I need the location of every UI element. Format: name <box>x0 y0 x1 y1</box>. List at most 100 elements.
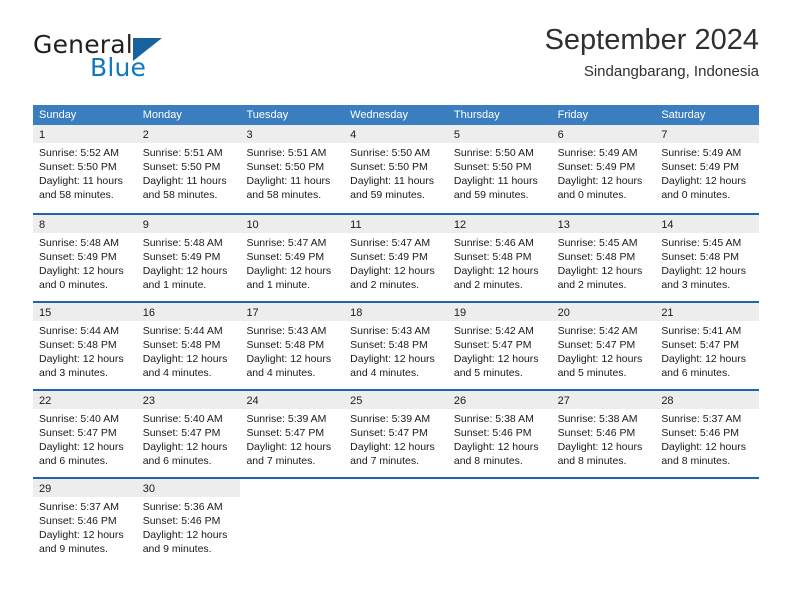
day-cell[interactable]: 18 Sunrise: 5:43 AM Sunset: 5:48 PM Dayl… <box>344 303 448 389</box>
day-cell[interactable]: 16 Sunrise: 5:44 AM Sunset: 5:48 PM Dayl… <box>136 303 241 389</box>
sunrise-text: Sunrise: 5:46 AM <box>453 237 534 249</box>
sunrise-text: Sunrise: 5:38 AM <box>557 413 638 425</box>
day-cell[interactable]: 24 Sunrise: 5:39 AM Sunset: 5:47 PM Dayl… <box>240 391 345 477</box>
sunrise-text: Sunrise: 5:37 AM <box>661 413 742 425</box>
day-number: 13 <box>557 219 570 231</box>
day-cell[interactable]: 26 Sunrise: 5:38 AM Sunset: 5:46 PM Dayl… <box>447 391 552 477</box>
day-cell[interactable]: 15 Sunrise: 5:44 AM Sunset: 5:48 PM Dayl… <box>33 303 137 389</box>
day-cell[interactable]: 13 Sunrise: 5:45 AM Sunset: 5:48 PM Dayl… <box>551 215 656 301</box>
day-info: Sunrise: 5:38 AM Sunset: 5:46 PM Dayligh… <box>448 409 552 468</box>
day-cell[interactable]: 23 Sunrise: 5:40 AM Sunset: 5:47 PM Dayl… <box>136 391 241 477</box>
sunset-text: Sunset: 5:48 PM <box>246 339 325 351</box>
day-info: Sunrise: 5:51 AM Sunset: 5:50 PM Dayligh… <box>240 143 344 202</box>
daylight-text-line1: Daylight: 12 hours <box>453 265 539 277</box>
day-cell[interactable]: 6 Sunrise: 5:49 AM Sunset: 5:49 PM Dayli… <box>551 125 656 213</box>
daylight-text-line2: and 6 minutes. <box>661 367 731 379</box>
day-number: 10 <box>246 219 259 231</box>
day-cell[interactable]: 2 Sunrise: 5:51 AM Sunset: 5:50 PM Dayli… <box>136 125 241 213</box>
day-cell[interactable]: 3 Sunrise: 5:51 AM Sunset: 5:50 PM Dayli… <box>240 125 345 213</box>
day-number-band: 28 <box>655 391 760 409</box>
sunset-text: Sunset: 5:48 PM <box>453 251 532 263</box>
day-number: 27 <box>557 395 570 407</box>
day-cell[interactable]: 14 Sunrise: 5:45 AM Sunset: 5:48 PM Dayl… <box>655 215 760 301</box>
daylight-text-line2: and 0 minutes. <box>557 189 627 201</box>
sunset-text: Sunset: 5:49 PM <box>39 251 117 263</box>
day-number: 28 <box>661 395 674 407</box>
sunset-text: Sunset: 5:48 PM <box>142 339 221 351</box>
day-cell[interactable]: 19 Sunrise: 5:42 AM Sunset: 5:47 PM Dayl… <box>447 303 552 389</box>
day-cell[interactable]: 20 Sunrise: 5:42 AM Sunset: 5:47 PM Dayl… <box>551 303 656 389</box>
day-number-band: 13 <box>551 215 656 233</box>
daylight-text-line1: Daylight: 12 hours <box>39 353 124 365</box>
day-cell-empty <box>448 479 552 565</box>
sunset-text: Sunset: 5:50 PM <box>453 161 532 173</box>
day-number: 15 <box>39 307 52 319</box>
day-cell[interactable]: 9 Sunrise: 5:48 AM Sunset: 5:49 PM Dayli… <box>136 215 241 301</box>
day-cell[interactable]: 28 Sunrise: 5:37 AM Sunset: 5:46 PM Dayl… <box>655 391 760 477</box>
sunset-text: Sunset: 5:49 PM <box>142 251 221 263</box>
weekday-header-tuesday: Tuesday <box>246 109 289 121</box>
day-info: Sunrise: 5:47 AM Sunset: 5:49 PM Dayligh… <box>240 233 344 292</box>
daylight-text-line2: and 8 minutes. <box>661 455 731 467</box>
day-cell[interactable]: 30 Sunrise: 5:36 AM Sunset: 5:46 PM Dayl… <box>136 479 241 565</box>
daylight-text-line1: Daylight: 12 hours <box>350 441 435 453</box>
sunset-text: Sunset: 5:50 PM <box>246 161 325 173</box>
day-info: Sunrise: 5:50 AM Sunset: 5:50 PM Dayligh… <box>344 143 448 202</box>
daylight-text-line1: Daylight: 11 hours <box>246 175 331 187</box>
day-cell[interactable]: 27 Sunrise: 5:38 AM Sunset: 5:46 PM Dayl… <box>551 391 656 477</box>
weekday-header-friday: Friday <box>557 109 589 121</box>
day-cell-empty <box>655 479 759 565</box>
sunrise-text: Sunrise: 5:47 AM <box>350 237 431 249</box>
weekday-header-saturday: Saturday <box>661 109 706 121</box>
daylight-text-line2: and 2 minutes. <box>350 279 420 291</box>
sunset-text: Sunset: 5:46 PM <box>39 515 117 527</box>
daylight-text-line2: and 9 minutes. <box>142 543 212 555</box>
day-info: Sunrise: 5:45 AM Sunset: 5:48 PM Dayligh… <box>655 233 759 292</box>
day-cell[interactable]: 12 Sunrise: 5:46 AM Sunset: 5:48 PM Dayl… <box>447 215 552 301</box>
day-info: Sunrise: 5:38 AM Sunset: 5:46 PM Dayligh… <box>552 409 656 468</box>
weekday-header-monday: Monday <box>142 109 182 121</box>
sunrise-text: Sunrise: 5:41 AM <box>661 325 742 337</box>
day-number: 24 <box>246 395 259 407</box>
brand-logo[interactable]: General Blue <box>33 30 233 86</box>
sunrise-text: Sunrise: 5:42 AM <box>453 325 534 337</box>
page-subtitle: Sindangbarang, Indonesia <box>583 63 759 80</box>
daylight-text-line2: and 59 minutes. <box>350 189 425 201</box>
sunrise-text: Sunrise: 5:43 AM <box>350 325 431 337</box>
day-cell[interactable]: 22 Sunrise: 5:40 AM Sunset: 5:47 PM Dayl… <box>33 391 137 477</box>
day-info: Sunrise: 5:44 AM Sunset: 5:48 PM Dayligh… <box>33 321 137 380</box>
day-info: Sunrise: 5:48 AM Sunset: 5:49 PM Dayligh… <box>33 233 137 292</box>
day-cell[interactable]: 29 Sunrise: 5:37 AM Sunset: 5:46 PM Dayl… <box>33 479 137 565</box>
daylight-text-line2: and 7 minutes. <box>246 455 316 467</box>
day-number-band: 16 <box>136 303 241 321</box>
day-cell[interactable]: 7 Sunrise: 5:49 AM Sunset: 5:49 PM Dayli… <box>655 125 760 213</box>
day-number: 8 <box>39 219 46 231</box>
sunset-text: Sunset: 5:50 PM <box>142 161 221 173</box>
day-cell[interactable]: 5 Sunrise: 5:50 AM Sunset: 5:50 PM Dayli… <box>447 125 552 213</box>
daylight-text-line1: Daylight: 12 hours <box>557 441 643 453</box>
day-cell[interactable]: 21 Sunrise: 5:41 AM Sunset: 5:47 PM Dayl… <box>655 303 760 389</box>
day-cell[interactable]: 10 Sunrise: 5:47 AM Sunset: 5:49 PM Dayl… <box>240 215 345 301</box>
sunrise-text: Sunrise: 5:38 AM <box>453 413 534 425</box>
daylight-text-line2: and 59 minutes. <box>453 189 529 201</box>
day-cell[interactable]: 8 Sunrise: 5:48 AM Sunset: 5:49 PM Dayli… <box>33 215 137 301</box>
sunset-text: Sunset: 5:47 PM <box>350 427 428 439</box>
day-cell[interactable]: 17 Sunrise: 5:43 AM Sunset: 5:48 PM Dayl… <box>240 303 345 389</box>
day-number-band <box>552 479 656 497</box>
day-cell[interactable]: 25 Sunrise: 5:39 AM Sunset: 5:47 PM Dayl… <box>344 391 448 477</box>
daylight-text-line1: Daylight: 12 hours <box>246 265 332 277</box>
day-cell[interactable]: 4 Sunrise: 5:50 AM Sunset: 5:50 PM Dayli… <box>344 125 448 213</box>
day-number-band: 1 <box>33 125 137 143</box>
weekday-header-sunday: Sunday <box>39 109 77 121</box>
sunrise-text: Sunrise: 5:39 AM <box>246 413 327 425</box>
daylight-text-line1: Daylight: 12 hours <box>39 265 124 277</box>
day-number-band: 4 <box>344 125 448 143</box>
day-cell[interactable]: 11 Sunrise: 5:47 AM Sunset: 5:49 PM Dayl… <box>344 215 448 301</box>
day-cell[interactable]: 1 Sunrise: 5:52 AM Sunset: 5:50 PM Dayli… <box>33 125 137 213</box>
sunset-text: Sunset: 5:46 PM <box>557 427 636 439</box>
sunset-text: Sunset: 5:46 PM <box>661 427 739 439</box>
page-header: General Blue September 2024 Sindangbaran… <box>33 22 759 94</box>
sunrise-text: Sunrise: 5:44 AM <box>142 325 223 337</box>
daylight-text-line1: Daylight: 12 hours <box>453 441 539 453</box>
day-number-band: 2 <box>136 125 241 143</box>
